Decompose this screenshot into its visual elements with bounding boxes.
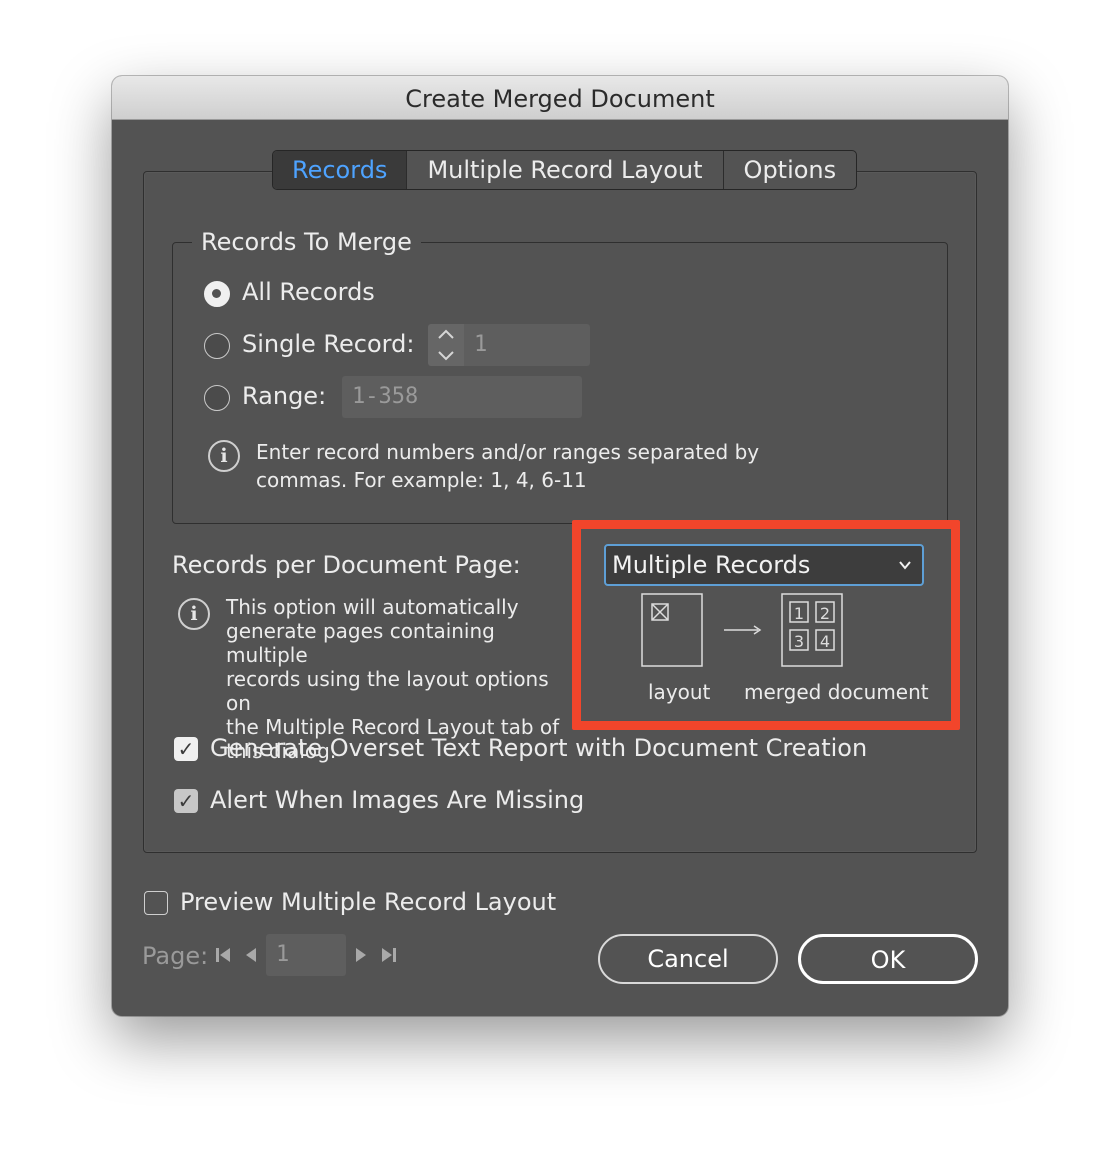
single-record-input[interactable]: 1: [464, 324, 590, 366]
missing-images-label: Alert When Images Are Missing: [210, 786, 585, 814]
single-record-radio[interactable]: [204, 333, 230, 359]
tab-options[interactable]: Options: [724, 151, 857, 189]
stepper-arrows-icon: [438, 329, 454, 361]
range-help-line2: commas. For example: 1, 4, 6-11: [256, 468, 587, 492]
help-line: generate pages containing multiple: [226, 619, 495, 667]
preview-checkbox[interactable]: [144, 891, 168, 915]
tab-multiple-record-layout[interactable]: Multiple Record Layout: [407, 151, 724, 189]
window-title: Create Merged Document: [112, 76, 1008, 120]
range-help-line1: Enter record numbers and/or ranges separ…: [256, 440, 760, 464]
single-record-stepper[interactable]: [428, 324, 464, 366]
info-icon: i: [178, 598, 210, 630]
ok-button[interactable]: OK: [798, 934, 978, 984]
tab-records[interactable]: Records: [273, 151, 408, 189]
records-to-merge-title: Records To Merge: [192, 226, 421, 258]
missing-images-checkbox[interactable]: ✓: [174, 789, 198, 813]
previous-page-icon[interactable]: [244, 946, 258, 964]
records-per-page-label: Records per Document Page:: [172, 551, 521, 579]
range-radio[interactable]: [204, 385, 230, 411]
range-label: Range:: [242, 382, 327, 410]
overset-report-label: Generate Overset Text Report with Docume…: [210, 734, 868, 762]
page-number-input[interactable]: 1: [266, 934, 346, 976]
all-records-radio[interactable]: [204, 281, 230, 307]
help-line: This option will automatically: [226, 595, 519, 619]
last-page-icon[interactable]: [380, 946, 398, 964]
next-page-icon[interactable]: [354, 946, 368, 964]
preview-label: Preview Multiple Record Layout: [180, 888, 557, 916]
help-line: records using the layout options on: [226, 667, 549, 715]
first-page-icon[interactable]: [214, 946, 232, 964]
annotation-highlight-box: [572, 520, 960, 730]
create-merged-document-dialog: Create Merged Document Records Multiple …: [112, 76, 1008, 1016]
cancel-button[interactable]: Cancel: [598, 934, 778, 984]
overset-report-checkbox[interactable]: ✓: [174, 737, 198, 761]
single-record-label: Single Record:: [242, 330, 415, 358]
all-records-label: All Records: [242, 278, 375, 306]
tab-bar: Records Multiple Record Layout Options: [272, 150, 858, 190]
page-label: Page:: [142, 942, 209, 970]
info-icon: i: [208, 440, 240, 472]
range-input[interactable]: 1-358: [342, 376, 582, 418]
